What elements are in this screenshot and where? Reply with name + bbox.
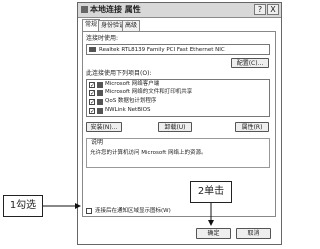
annotation-arrows xyxy=(43,203,214,226)
